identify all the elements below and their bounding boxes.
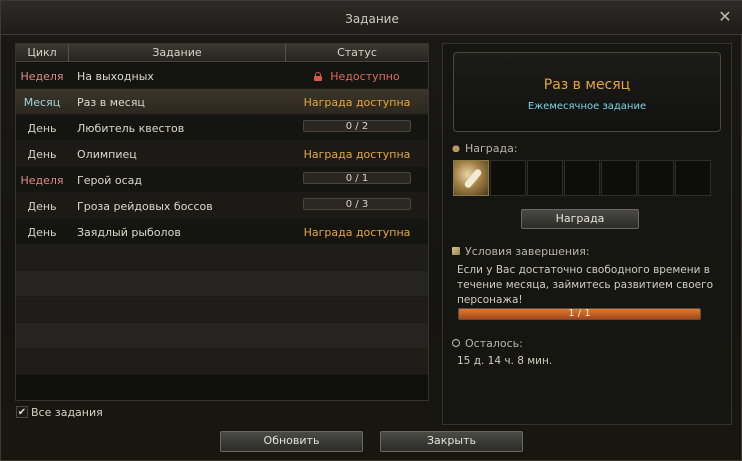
empty-table-row (16, 271, 428, 297)
cycle-cell: Месяц (23, 96, 61, 109)
table-row[interactable]: День Гроза рейдовых боссов 0 / 3 (16, 193, 428, 219)
cycle-cell: День (27, 148, 57, 161)
cycle-cell: Неделя (20, 70, 64, 83)
scroll-icon (452, 247, 460, 255)
quest-name-cell: Герой осад (77, 174, 142, 187)
quest-name-cell: Заядлый рыболов (77, 226, 181, 239)
table-row[interactable]: День Заядлый рыболов Награда доступна (16, 219, 428, 245)
remaining-time: 15 д. 14 ч. 8 мин. (457, 355, 553, 367)
conditions-label: Условия завершения: (465, 245, 590, 258)
empty-reward-slot (675, 160, 711, 196)
status-cell: Недоступно (286, 70, 428, 83)
column-header-status[interactable]: Статус (286, 46, 428, 59)
remaining-label: Осталось: (465, 337, 523, 350)
reward-section-label: Награда: (452, 142, 518, 155)
empty-reward-slot (638, 160, 674, 196)
empty-table-row (16, 245, 428, 271)
conditions-text: Если у Вас достаточно свободного времени… (457, 264, 714, 306)
reward-label: Награда: (465, 142, 518, 155)
remaining-section-label: Осталось: (452, 337, 523, 350)
status-text: Награда доступна (303, 96, 411, 109)
quest-progress-bar: 0 / 3 (303, 198, 411, 210)
quest-name-cell: Любитель квестов (77, 122, 185, 135)
completion-progress-bar: 1 / 1 (458, 308, 701, 320)
title-bar: Задание ✕ (1, 1, 742, 35)
quest-name-cell: Гроза рейдовых боссов (77, 200, 213, 213)
quest-subtitle: Ежемесячное задание (527, 101, 647, 112)
empty-reward-slot (601, 160, 637, 196)
quest-window: Задание ✕ Цикл Задание Статус Неделя На в… (0, 0, 742, 461)
empty-reward-slot (527, 160, 563, 196)
bag-icon (452, 144, 460, 152)
conditions-section-label: Условия завершения: (452, 245, 590, 258)
completion-progress-text: 1 / 1 (568, 308, 591, 319)
cycle-cell: День (27, 226, 57, 239)
quest-header-frame: Раз в месяц Ежемесячное задание (453, 52, 721, 132)
close-icon[interactable]: ✕ (717, 9, 733, 25)
cycle-cell: День (27, 122, 57, 135)
quest-progress-bar: 0 / 1 (303, 172, 411, 184)
status-cell: Награда доступна (286, 96, 428, 109)
table-row[interactable]: День Любитель квестов 0 / 2 (16, 115, 428, 141)
cycle-cell: Неделя (20, 174, 64, 187)
reward-button[interactable]: Награда (521, 209, 639, 229)
column-header-quest[interactable]: Задание (69, 46, 285, 59)
refresh-button[interactable]: Обновить (220, 431, 363, 452)
clock-icon (452, 339, 460, 347)
table-header: Цикл Задание Статус (16, 44, 428, 62)
column-header-cycle[interactable]: Цикл (16, 46, 68, 59)
all-quests-label: Все задания (31, 406, 103, 419)
quest-details-panel: Раз в месяц Ежемесячное задание Награда:… (442, 43, 732, 425)
empty-reward-slot (490, 160, 526, 196)
table-row[interactable]: Месяц Раз в месяц Награда доступна (16, 89, 428, 115)
window-title: Задание (345, 12, 399, 26)
table-row[interactable]: Неделя Герой осад 0 / 1 (16, 167, 428, 193)
status-text: Награда доступна (303, 148, 411, 161)
quest-name-cell: На выходных (77, 70, 154, 83)
status-text: Награда доступна (303, 226, 411, 239)
bottom-bar: Обновить Закрыть (1, 425, 742, 461)
quest-list-panel: Цикл Задание Статус Неделя На выходных Нед… (15, 43, 429, 401)
empty-table-row (16, 349, 428, 375)
status-cell: Награда доступна (286, 226, 428, 239)
empty-reward-slot (564, 160, 600, 196)
reward-item-slot[interactable] (453, 160, 489, 196)
table-row[interactable]: День Олимпиец Награда доступна (16, 141, 428, 167)
lock-icon (314, 72, 323, 81)
status-cell: Награда доступна (286, 148, 428, 161)
empty-table-row (16, 323, 428, 349)
cycle-cell: День (27, 200, 57, 213)
quest-name-cell: Олимпиец (77, 148, 137, 161)
table-row[interactable]: Неделя На выходных Недоступно (16, 63, 428, 89)
status-text: Недоступно (330, 70, 400, 83)
all-quests-checkbox[interactable]: ✔ (16, 406, 28, 418)
quest-table-body: Неделя На выходных Недоступно Месяц Раз в ме… (16, 63, 428, 375)
quest-title: Раз в месяц (543, 77, 631, 93)
quest-name-cell: Раз в месяц (77, 96, 145, 109)
close-button[interactable]: Закрыть (380, 431, 523, 452)
reward-slots (453, 160, 721, 198)
empty-table-row (16, 297, 428, 323)
quest-progress-bar: 0 / 2 (303, 120, 411, 132)
